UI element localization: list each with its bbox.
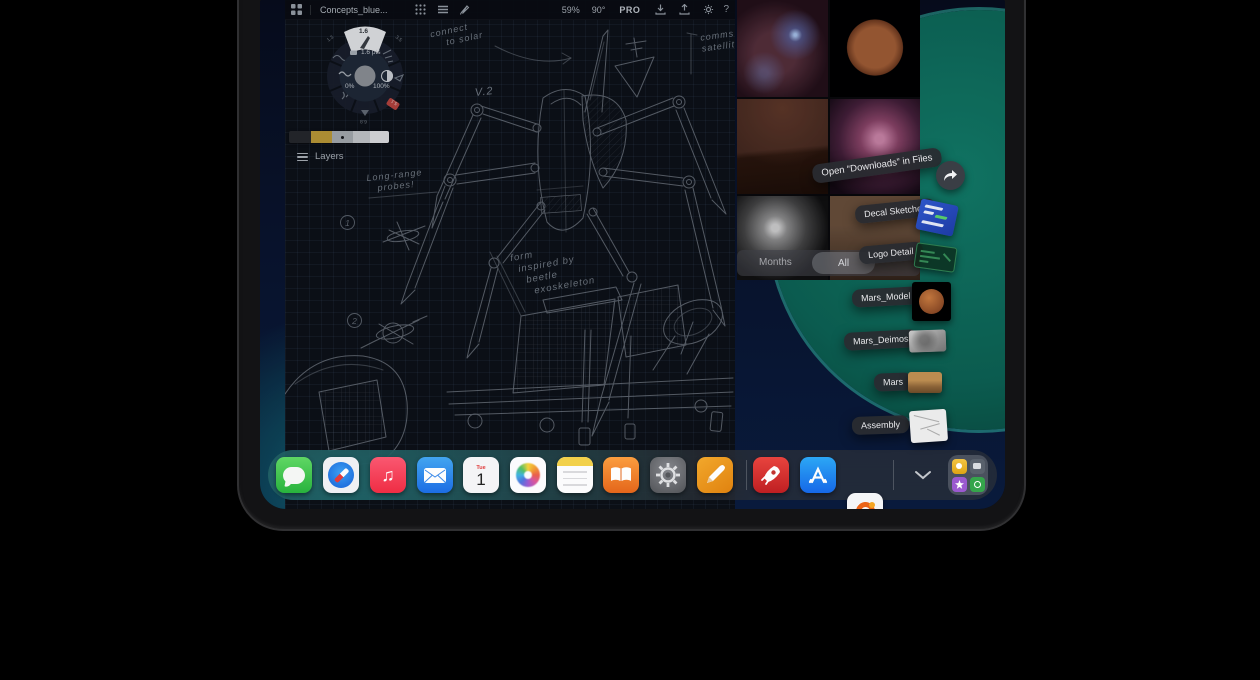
- drag-label[interactable]: Mars_Deimos: [844, 329, 918, 351]
- drag-thumb-mars-model[interactable]: [912, 282, 951, 321]
- drop-tooltip: Open “Downloads” in Files: [811, 147, 942, 184]
- drag-label[interactable]: Mars_Model: [852, 286, 920, 308]
- drag-thumb-decal-sketches[interactable]: [915, 198, 959, 236]
- drag-thumb-assembly[interactable]: [909, 409, 948, 444]
- drag-thumb-mars[interactable]: [908, 372, 942, 393]
- drag-label[interactable]: Assembly: [852, 415, 910, 435]
- drag-thumb-mars-deimos[interactable]: [909, 329, 947, 352]
- drag-layer: Open “Downloads” in Files Decal Sketches…: [260, 0, 1005, 509]
- drag-thumb-logo-detail[interactable]: [913, 242, 957, 272]
- forward-arrow-icon: [943, 169, 958, 182]
- share-forward-button[interactable]: [936, 161, 965, 190]
- ipad-screen: Concepts_blue... 59% 90° PRO: [260, 0, 1005, 509]
- stage: Concepts_blue... 59% 90° PRO: [0, 0, 1260, 680]
- drag-label[interactable]: Mars: [874, 372, 913, 391]
